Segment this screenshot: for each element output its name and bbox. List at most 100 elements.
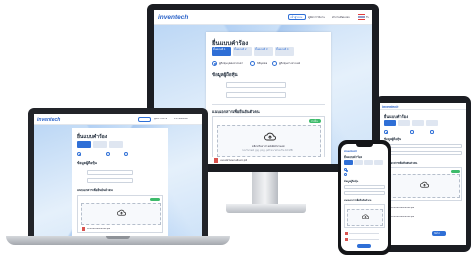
phone-option-individual-radio[interactable] <box>344 168 348 172</box>
step-3[interactable]: ขั้นตอนที่ 3 <box>254 47 273 56</box>
phone-name-field[interactable] <box>344 185 385 189</box>
top-bar: inventech เข้าสู่ระบบ คู่มือการใช้งาน คำ… <box>154 10 372 25</box>
nav-manual[interactable]: คู่มือการใช้งาน <box>308 16 325 19</box>
laptop-required-badge <box>150 198 160 201</box>
laptop-option-juristic-radio[interactable] <box>106 152 110 156</box>
tablet-next-button[interactable]: ถัดไป <box>432 231 446 236</box>
phone-step-2[interactable] <box>354 160 363 165</box>
tablet-upload-dropzone[interactable] <box>388 174 460 198</box>
laptop-step-1[interactable] <box>77 141 91 148</box>
laptop-login-button[interactable] <box>138 117 151 122</box>
tablet-option-individual-radio[interactable] <box>384 130 388 134</box>
tablet-step-2[interactable] <box>398 120 410 126</box>
laptop-step-3[interactable] <box>109 141 123 148</box>
file-row: แบบฟอร์มมอบฉันทะ.pdf <box>212 157 327 164</box>
step-3-label: ขั้นตอนที่ 3 <box>255 48 268 51</box>
file-pdf-icon <box>214 158 218 163</box>
phone-brand-logo[interactable]: inventech <box>344 149 357 153</box>
option-foreign-label: ผู้ถือหุ้นต่างประเทศ <box>279 62 301 65</box>
laptop-top-bar: inventech คู่มือการใช้งาน คำถามที่พบบ่อย <box>34 114 202 125</box>
divider <box>212 104 325 105</box>
phone-next-button[interactable] <box>357 244 371 248</box>
phone-notch <box>356 144 373 147</box>
step-4-label: ขั้นตอนที่ 4 <box>276 48 289 51</box>
laptop-notch <box>106 236 130 239</box>
laptop-brand-logo[interactable]: inventech <box>37 117 60 123</box>
tablet-top-bar: inventech <box>380 103 466 110</box>
lang-flag-icon[interactable] <box>358 14 365 20</box>
laptop-name-field[interactable] <box>87 170 133 175</box>
step-1-label: ขั้นตอนที่ 1 <box>213 48 226 51</box>
phone-file-line <box>349 233 379 234</box>
tablet-id-field[interactable] <box>384 151 462 155</box>
step-1[interactable]: ขั้นตอนที่ 1 <box>212 47 231 56</box>
laptop-file-name[interactable]: แบบฟอร์มมอบฉันทะ.pdf <box>87 228 110 231</box>
phone-section-identity-title: ข้อมูลผู้ถือหุ้น <box>344 180 359 183</box>
phone-screen: inventech ยื่นแบบคำร้อง ข้อมูลผู้ถือหุ้น… <box>341 144 388 251</box>
step-2-label: ขั้นตอนที่ 2 <box>234 48 247 51</box>
phone-id-field[interactable] <box>344 191 385 195</box>
upload-hint: คลิกหรือลากไฟล์เพื่ออัปโหลด <box>252 145 285 148</box>
phone-file-pdf-icon-2 <box>345 238 348 241</box>
tablet-file-name-2[interactable]: แบบฟอร์มมอบฉันทะ.pdf <box>391 216 414 219</box>
upload-panel: จำเป็น คลิกหรือลากไฟล์เพื่ออัปโหลด รองรั… <box>212 116 325 160</box>
tablet-name-field[interactable] <box>384 144 462 148</box>
phone-step-4[interactable] <box>374 160 383 165</box>
laptop-id-field[interactable] <box>87 178 133 183</box>
laptop-cloud-upload-icon <box>117 209 126 216</box>
cloud-upload-icon <box>264 132 276 141</box>
laptop-option-individual-radio[interactable] <box>77 152 81 156</box>
section-identity-title: ข้อมูลผู้ถือหุ้น <box>212 72 238 77</box>
option-individual-radio[interactable] <box>212 61 217 66</box>
tablet-screen: inventech ยื่นแบบคำร้อง ข้อมูลผู้ถือหุ้น… <box>380 103 466 245</box>
tablet-file-name[interactable]: แบบฟอร์มมอบฉันทะ.pdf <box>391 207 414 210</box>
name-field[interactable] <box>226 82 286 88</box>
option-juristic-label: นิติบุคคล <box>257 62 268 65</box>
laptop-section-upload-title: แนบเอกสารเพื่อยืนยันตัวตน <box>77 188 113 192</box>
option-foreign-radio[interactable] <box>272 61 277 66</box>
option-individual-label: ผู้ถือหุ้นบุคคลธรรมดา <box>219 62 244 65</box>
tablet-next-label: ถัดไป <box>434 231 440 235</box>
nav-faq[interactable]: คำถามที่พบบ่อย <box>332 16 350 19</box>
option-juristic-radio[interactable] <box>250 61 255 66</box>
tablet-required-badge <box>451 170 460 173</box>
laptop-section-identity-title: ข้อมูลผู้ถือหุ้น <box>77 161 97 165</box>
laptop-page-title: ยื่นแบบคำร้อง <box>77 134 108 140</box>
laptop-upload-panel: แบบฟอร์มมอบฉันทะ.pdf <box>77 195 163 233</box>
laptop-nav-faq[interactable]: คำถามที่พบบ่อย <box>174 118 188 121</box>
tablet-upload-panel <box>384 167 462 201</box>
laptop-screen: inventech คู่มือการใช้งาน คำถามที่พบบ่อย… <box>34 114 202 236</box>
phone-step-3[interactable] <box>364 160 373 165</box>
tablet-brand-logo[interactable]: inventech <box>382 105 398 109</box>
upload-dropzone[interactable]: คลิกหรือลากไฟล์เพื่ออัปโหลด รองรับไฟล์ .… <box>217 125 321 157</box>
id-field[interactable] <box>226 92 286 98</box>
monitor-base <box>226 204 306 213</box>
laptop-form-card: ยื่นแบบคำร้อง ข้อมูลผู้ถือหุ้น แนบเอกสาร… <box>72 128 168 236</box>
step-2[interactable]: ขั้นตอนที่ 2 <box>233 47 252 56</box>
phone-upload-dropzone[interactable] <box>347 209 383 226</box>
phone-step-1[interactable] <box>344 160 353 165</box>
form-card: ยื่นแบบคำร้อง ขั้นตอนที่ 1 ขั้นตอนที่ 2 … <box>206 32 331 164</box>
tablet-option-juristic-radio[interactable] <box>410 130 414 134</box>
tablet-step-4[interactable] <box>426 120 438 126</box>
lang-label[interactable]: TH <box>366 16 369 19</box>
phone-cloud-upload-icon <box>362 214 369 220</box>
step-4[interactable]: ขั้นตอนที่ 4 <box>275 47 294 56</box>
monitor-neck <box>252 172 278 206</box>
laptop-step-2[interactable] <box>93 141 107 148</box>
tablet-page-title: ยื่นแบบคำร้อง <box>384 114 409 119</box>
laptop-upload-dropzone[interactable] <box>81 203 161 225</box>
upload-filetypes: รองรับไฟล์ .jpg .png .pdf ขนาดไม่เกิน 10… <box>242 149 293 152</box>
laptop-option-foreign-radio[interactable] <box>124 152 128 156</box>
file-name[interactable]: แบบฟอร์มมอบฉันทะ.pdf <box>220 159 247 162</box>
laptop-file-pdf-icon <box>82 227 85 231</box>
tablet-cloud-upload-icon <box>420 181 429 188</box>
laptop-nav-manual[interactable]: คู่มือการใช้งาน <box>154 118 167 121</box>
brand-logo[interactable]: inventech <box>158 14 188 21</box>
tablet-step-3[interactable] <box>412 120 424 126</box>
tablet-step-1[interactable] <box>384 120 396 126</box>
phone-option-juristic-radio[interactable] <box>344 173 347 176</box>
tablet-option-foreign-radio[interactable] <box>430 130 434 134</box>
login-button[interactable]: เข้าสู่ระบบ <box>288 14 306 20</box>
required-badge-label: จำเป็น <box>311 119 318 123</box>
